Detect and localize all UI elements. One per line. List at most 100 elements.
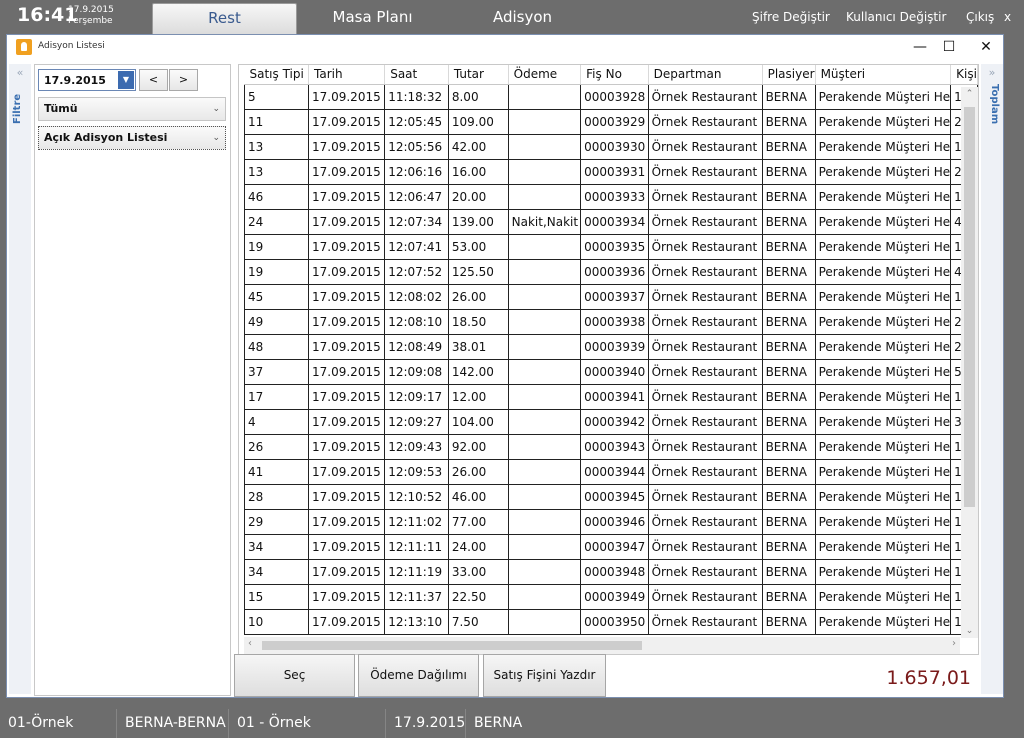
select-button[interactable]: Seç: [234, 654, 355, 697]
change-password-link[interactable]: Şifre Değiştir: [752, 10, 830, 24]
app-logo-icon: [16, 39, 32, 55]
table-cell: [508, 84, 582, 110]
maximize-button[interactable]: ☐: [931, 35, 967, 59]
table-cell: [508, 334, 582, 360]
table-cell: 17.09.2015: [308, 309, 386, 335]
table-cell: 00003929: [580, 109, 649, 135]
table-row[interactable]: 45 17.09.2015 12:08:02 26.00 00003937 Örnek R…: [243, 284, 978, 310]
table-cell: 17.09.2015: [308, 109, 386, 135]
table-cell: 12:06:47: [384, 184, 449, 210]
logout-link[interactable]: Çıkış: [966, 10, 994, 24]
horizontal-scroll-thumb[interactable]: [262, 641, 642, 650]
collapse-left-icon[interactable]: «: [9, 66, 31, 79]
close-button[interactable]: ✕: [968, 35, 1004, 59]
collapse-right-icon[interactable]: »: [981, 66, 1003, 79]
table-row[interactable]: 5 17.09.2015 11:18:32 8.00 00003928 Örnek Res…: [243, 84, 978, 110]
table-row[interactable]: 26 17.09.2015 12:09:43 92.00 00003943 Örnek R…: [243, 434, 978, 460]
print-receipt-button[interactable]: Satış Fişini Yazdır: [483, 654, 606, 697]
table-row[interactable]: 41 17.09.2015 12:09:53 26.00 00003944 Örnek R…: [243, 459, 978, 485]
column-header[interactable]: Tutar: [448, 65, 509, 85]
table-cell: 16.00: [448, 159, 509, 185]
table-row[interactable]: 19 17.09.2015 12:07:41 53.00 00003935 Örnek R…: [243, 234, 978, 260]
change-user-link[interactable]: Kullanıcı Değiştir: [846, 10, 946, 24]
table-cell: BERNA: [762, 509, 816, 535]
table-cell: BERNA: [762, 484, 816, 510]
list-type-combo[interactable]: Açık Adisyon Listesi ⌄: [38, 126, 226, 150]
table-cell: BERNA: [762, 209, 816, 235]
table-row[interactable]: 4 17.09.2015 12:09:27 104.00 00003942 Örnek R…: [243, 409, 978, 435]
table-cell: 12:09:08: [384, 359, 449, 385]
table-cell: [508, 509, 582, 535]
column-header[interactable]: Plasiyer: [762, 65, 816, 85]
table-row[interactable]: 15 17.09.2015 12:11:37 22.50 00003949 Örnek R…: [243, 584, 978, 610]
table-row[interactable]: 34 17.09.2015 12:11:19 33.00 00003948 Örnek R…: [243, 559, 978, 585]
app-close-button[interactable]: x: [1004, 10, 1011, 24]
table-cell: 00003933: [580, 184, 649, 210]
vertical-scroll-thumb[interactable]: [964, 107, 975, 507]
column-header[interactable]: Ödeme: [508, 65, 582, 85]
column-header[interactable]: Departman: [648, 65, 763, 85]
table-cell: 53.00: [448, 234, 509, 260]
column-header[interactable]: Saat: [384, 65, 449, 85]
table-row[interactable]: 17 17.09.2015 12:09:17 12.00 00003941 Örnek R…: [243, 384, 978, 410]
table-cell: 17.09.2015: [308, 334, 386, 360]
column-header[interactable]: Kişi: [950, 65, 978, 85]
window-titlebar: Adisyon Listesi — ☐ ✕: [7, 35, 1003, 59]
table-cell: BERNA: [762, 259, 816, 285]
tab-masa-plani[interactable]: Masa Planı: [300, 3, 445, 34]
table-row[interactable]: 19 17.09.2015 12:07:52 125.50 00003936 Örnek …: [243, 259, 978, 285]
table-cell: Perakende Müşteri He: [815, 534, 952, 560]
scroll-left-icon[interactable]: ‹: [248, 638, 252, 649]
previous-date-button[interactable]: <: [139, 69, 168, 91]
table-row[interactable]: 34 17.09.2015 12:11:11 24.00 00003947 Örnek R…: [243, 534, 978, 560]
table-row[interactable]: 13 17.09.2015 12:05:56 42.00 00003930 Örnek R…: [243, 134, 978, 160]
column-header[interactable]: Satış Tipi: [244, 65, 310, 85]
table-row[interactable]: 24 17.09.2015 12:07:34 139.00 Nakit,Nakit 000…: [243, 209, 978, 235]
vertical-scrollbar[interactable]: ⌃ ⌄: [961, 87, 978, 638]
table-row[interactable]: 37 17.09.2015 12:09:08 142.00 00003940 Örnek …: [243, 359, 978, 385]
adisyon-grid[interactable]: Satış Tipi Tarih Saat Tutar Ödeme Fiş No Depar…: [238, 64, 979, 655]
table-cell: [508, 434, 582, 460]
scroll-down-icon[interactable]: ⌄: [961, 626, 978, 636]
table-cell: [508, 409, 582, 435]
table-row[interactable]: 13 17.09.2015 12:06:16 16.00 00003931 Örnek R…: [243, 159, 978, 185]
tab-adisyon[interactable]: Adisyon: [450, 3, 595, 34]
table-row[interactable]: 49 17.09.2015 12:08:10 18.50 00003938 Örnek R…: [243, 309, 978, 335]
table-cell: Perakende Müşteri He: [815, 609, 952, 635]
horizontal-scrollbar[interactable]: ‹ ›: [244, 637, 960, 654]
table-cell: 26: [243, 434, 310, 460]
scroll-right-icon[interactable]: ›: [952, 638, 956, 649]
table-cell: Perakende Müşteri He: [815, 384, 952, 410]
table-cell: Örnek Restaurant: [648, 259, 763, 285]
column-header[interactable]: Müşteri: [815, 65, 952, 85]
filter-combo[interactable]: Tümü ⌄: [38, 97, 226, 121]
column-header[interactable]: Fiş No: [580, 65, 649, 85]
table-row[interactable]: 48 17.09.2015 12:08:49 38.01 00003939 Örnek R…: [243, 334, 978, 360]
table-row[interactable]: 11 17.09.2015 12:05:45 109.00 00003929 Örnek …: [243, 109, 978, 135]
table-row[interactable]: 46 17.09.2015 12:06:47 20.00 00003933 Örnek R…: [243, 184, 978, 210]
next-date-button[interactable]: >: [169, 69, 198, 91]
table-cell: 00003941: [580, 384, 649, 410]
table-row[interactable]: 28 17.09.2015 12:10:52 46.00 00003945 Örnek R…: [243, 484, 978, 510]
status-department: 01 - Örnek Restaurant: [229, 709, 386, 738]
chevron-down-icon[interactable]: ▼: [118, 71, 134, 89]
table-row[interactable]: 29 17.09.2015 12:11:02 77.00 00003946 Örnek R…: [243, 509, 978, 535]
status-company: 01-Örnek Şirket: [0, 709, 117, 738]
payment-split-button[interactable]: Ödeme Dağılımı: [358, 654, 479, 697]
date-picker[interactable]: 17.9.2015 ▼: [38, 69, 136, 91]
column-header[interactable]: Tarih: [308, 65, 386, 85]
table-cell: 12:05:45: [384, 109, 449, 135]
table-cell: Örnek Restaurant: [648, 434, 763, 460]
table-row[interactable]: 10 17.09.2015 12:13:10 7.50 00003950 Örnek Re…: [243, 609, 978, 635]
table-cell: 00003950: [580, 609, 649, 635]
table-cell: 45: [243, 284, 310, 310]
table-cell: 12:11:37: [384, 584, 449, 610]
table-cell: Örnek Restaurant: [648, 309, 763, 335]
table-cell: 92.00: [448, 434, 509, 460]
scroll-up-icon[interactable]: ⌃: [961, 89, 978, 99]
tab-rest[interactable]: Rest: [152, 3, 297, 34]
table-cell: Perakende Müşteri He: [815, 84, 952, 110]
filter-strip[interactable]: « Filtre: [9, 64, 31, 694]
table-cell: 12:11:19: [384, 559, 449, 585]
total-strip[interactable]: » Toplam: [981, 64, 1003, 694]
